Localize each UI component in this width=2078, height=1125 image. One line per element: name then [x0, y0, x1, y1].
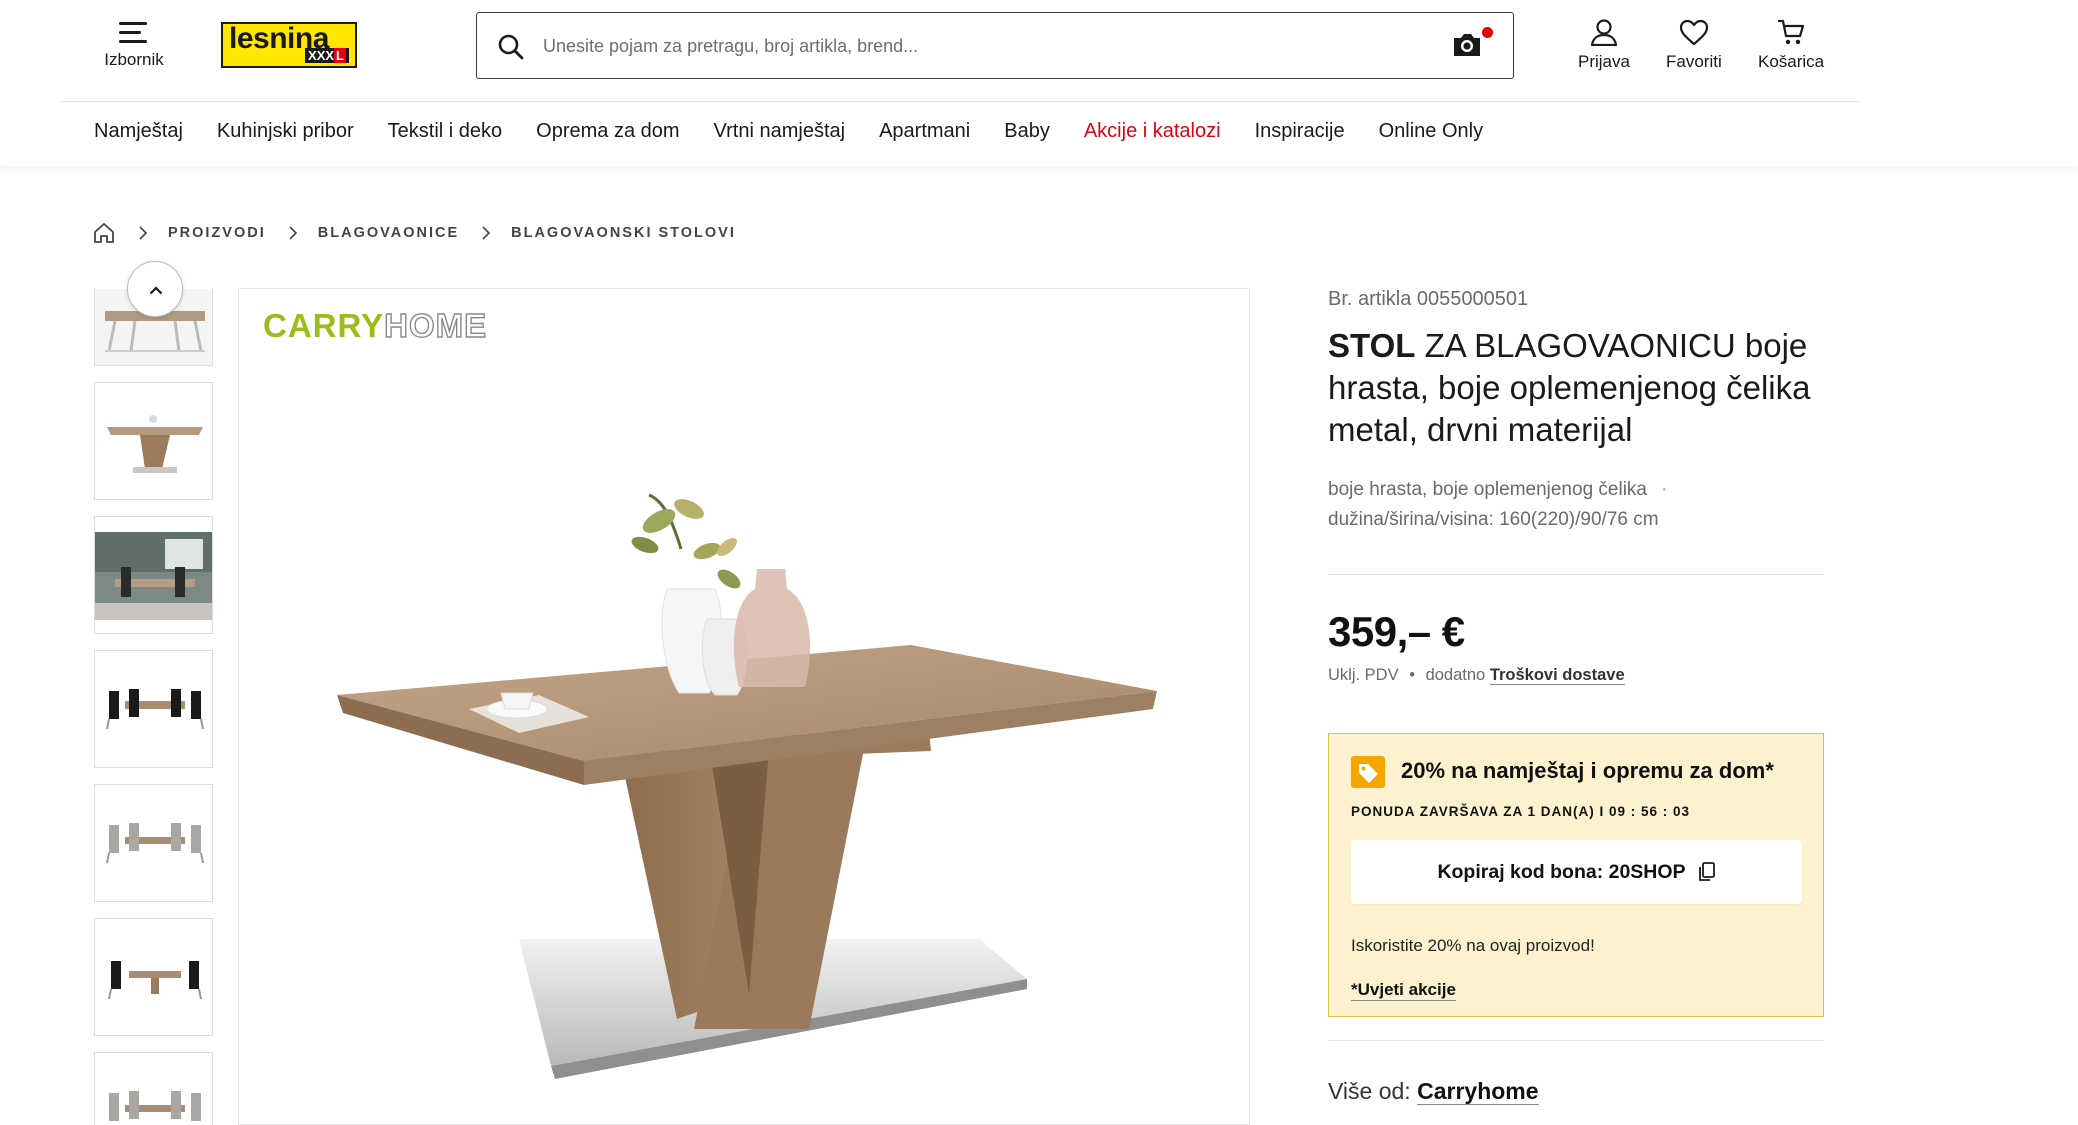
- main-product-image[interactable]: CARRYHOME: [238, 288, 1250, 1125]
- attr-color: boje hrasta, boje oplemenjenog čelika: [1328, 479, 1647, 500]
- thumbnail-strip: [94, 288, 214, 1125]
- price-tag-icon: [1351, 756, 1385, 788]
- site-header: Izbornik lesnina XXXL Prijava Favoriti K…: [0, 0, 2078, 166]
- cart-label: Košarica: [1758, 52, 1825, 71]
- main-navigation: Namještaj Kuhinjski pribor Tekstil i dek…: [94, 120, 1517, 150]
- brand-link[interactable]: Carryhome: [1417, 1078, 1539, 1105]
- nav-item-namjestaj[interactable]: Namještaj: [94, 120, 183, 150]
- breadcrumb-proizvodi[interactable]: PROIZVODI: [168, 225, 266, 241]
- thumbnail-image: [106, 823, 204, 864]
- copy-icon: [1698, 862, 1715, 881]
- heart-icon: [1679, 19, 1708, 46]
- lesnina-logo[interactable]: lesnina XXX L: [221, 22, 357, 68]
- login-button[interactable]: Prijava: [1578, 18, 1630, 72]
- thumbnail-image: [108, 961, 202, 1000]
- thumbnail-scroll-up-button[interactable]: [127, 261, 183, 317]
- divider: [1328, 574, 1824, 575]
- search-icon[interactable]: [497, 33, 525, 61]
- chevron-right-icon: [482, 226, 491, 240]
- product-info-panel: Br. artikla 0055000501 STOL ZA BLAGOVAON…: [1328, 288, 1824, 1105]
- camera-icon: [1454, 34, 1480, 56]
- thumbnail-5[interactable]: [94, 784, 213, 902]
- chevron-up-icon: [149, 286, 163, 295]
- menu-label: Izbornik: [104, 50, 164, 69]
- user-icon: [1590, 19, 1618, 46]
- vat-note: Uklj. PDV: [1328, 666, 1399, 684]
- countdown-timer: 09 : 56 : 03: [1609, 804, 1691, 819]
- thumbnail-6[interactable]: [94, 918, 213, 1036]
- search-input[interactable]: [543, 27, 1423, 65]
- copy-coupon-button[interactable]: Kopiraj kod bona: 20SHOP: [1351, 840, 1802, 904]
- more-from-brand: Više od: Carryhome: [1328, 1078, 1539, 1105]
- favorites-button[interactable]: Favoriti: [1666, 18, 1722, 72]
- nav-item-inspiracije[interactable]: Inspiracije: [1255, 120, 1345, 150]
- thumbnail-image: [106, 689, 204, 730]
- favorites-label: Favoriti: [1666, 52, 1722, 71]
- dining-table-illustration: [337, 493, 1157, 1079]
- cart-icon: [1777, 19, 1805, 45]
- thumbnail-4[interactable]: [94, 650, 213, 768]
- nav-item-baby[interactable]: Baby: [1004, 120, 1050, 150]
- promo-terms-link[interactable]: *Uvjeti akcije: [1351, 980, 1456, 1001]
- nav-item-kuhinjski-pribor[interactable]: Kuhinjski pribor: [217, 120, 354, 150]
- nav-item-online-only[interactable]: Online Only: [1379, 120, 1484, 150]
- breadcrumb-blagovaonski-stolovi[interactable]: BLAGOVAONSKI STOLOVI: [511, 225, 736, 241]
- thumbnail-image: [95, 532, 212, 620]
- thumbnail-2[interactable]: [94, 382, 213, 500]
- price-meta: Uklj. PDV • dodatno Troškovi dostave: [1328, 666, 1625, 685]
- login-label: Prijava: [1578, 52, 1630, 71]
- product-title: STOL ZA BLAGOVAONICU boje hrasta, boje o…: [1328, 327, 1811, 448]
- promo-title: 20% na namještaj i opremu za dom*: [1401, 758, 1774, 783]
- article-number: Br. artikla 0055000501: [1328, 288, 1529, 310]
- nav-item-vrtni-namjestaj[interactable]: Vrtni namještaj: [714, 120, 846, 150]
- hamburger-icon: [119, 22, 149, 44]
- promo-countdown: PONUDA ZAVRŠAVA ZA 1 DAN(A) I 09 : 56 : …: [1351, 804, 1691, 819]
- nav-item-tekstil-i-deko[interactable]: Tekstil i deko: [388, 120, 503, 150]
- nav-item-akcije-i-katalozi[interactable]: Akcije i katalozi: [1084, 120, 1221, 150]
- thumbnail-7[interactable]: [94, 1052, 213, 1125]
- search-bar: [476, 12, 1514, 79]
- shipping-prefix: dodatno: [1425, 666, 1486, 684]
- camera-search-button[interactable]: [1451, 27, 1493, 61]
- chevron-right-icon: [289, 226, 297, 240]
- cart-button[interactable]: Košarica: [1758, 18, 1824, 72]
- promo-note: Iskoristite 20% na ovaj proizvod!: [1351, 936, 1595, 955]
- chevron-right-icon: [139, 226, 148, 240]
- carryhome-brand-logo: CARRYHOME: [263, 306, 488, 344]
- product-price: 359,– €: [1328, 608, 1465, 655]
- promo-box: 20% na namještaj i opremu za dom* PONUDA…: [1328, 733, 1824, 1017]
- menu-button[interactable]: Izbornik: [92, 18, 176, 78]
- product-attributes: boje hrasta, boje oplemenjenog čelika · d…: [1328, 475, 1824, 535]
- nav-item-apartmani[interactable]: Apartmani: [879, 120, 970, 150]
- nav-item-oprema-za-dom[interactable]: Oprema za dom: [536, 120, 679, 150]
- breadcrumb: PROIZVODI BLAGOVAONICE BLAGOVAONSKI STOL…: [92, 220, 736, 246]
- thumbnail-3[interactable]: [94, 516, 213, 634]
- attr-dimensions: dužina/širina/visina: 160(220)/90/76 cm: [1328, 509, 1659, 530]
- thumbnail-image: [109, 1091, 201, 1121]
- thumbnail-image: [107, 415, 203, 473]
- divider: [1328, 1040, 1824, 1041]
- shipping-costs-link[interactable]: Troškovi dostave: [1489, 666, 1625, 685]
- home-icon[interactable]: [92, 221, 116, 245]
- notification-dot: [1482, 27, 1493, 38]
- breadcrumb-blagovaonice[interactable]: BLAGOVAONICE: [318, 225, 459, 241]
- logo-badge: XXX L: [305, 48, 349, 63]
